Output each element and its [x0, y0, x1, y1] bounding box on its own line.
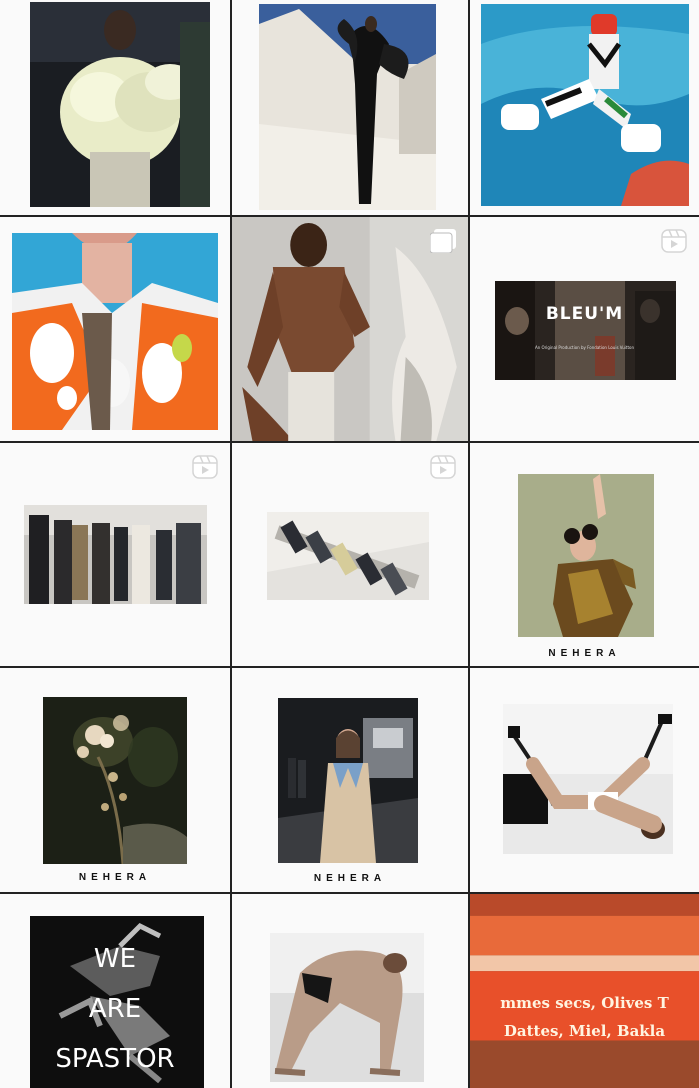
post-image — [30, 2, 210, 207]
post-tile-7[interactable] — [0, 443, 230, 666]
post-tile-13[interactable]: WE ARE SPASTOR — [0, 894, 230, 1088]
brand-caption: NEHERA — [548, 648, 621, 659]
post-tile-14[interactable] — [232, 894, 468, 1088]
post-tile-15[interactable]: mmes secs, Olives T Dattes, Miel, Bakla — [470, 894, 699, 1088]
post-tile-5[interactable] — [232, 217, 468, 441]
post-image — [278, 698, 418, 863]
reel-thumbnail — [267, 512, 429, 600]
post-image — [503, 704, 673, 854]
post-tile-1[interactable] — [0, 0, 230, 215]
post-image — [518, 474, 654, 637]
post-tile-10[interactable]: NEHERA — [0, 668, 230, 892]
post-tile-4[interactable] — [0, 217, 230, 441]
post-tile-6[interactable]: BLEU'M An Original Production by Fondati… — [470, 217, 699, 441]
overlay-line-2: ARE — [88, 994, 142, 1024]
post-tile-2[interactable] — [232, 0, 468, 215]
post-tile-11[interactable]: NEHERA — [232, 668, 468, 892]
sign-line-1: mmes secs, Olives T — [500, 994, 669, 1012]
post-image — [270, 933, 424, 1082]
reel-thumbnail — [495, 281, 676, 380]
sign-line-2: Dattes, Miel, Bakla — [503, 1022, 666, 1040]
profile-post-grid: BLEU'M An Original Production by Fondati… — [0, 0, 699, 1088]
post-image — [481, 4, 689, 206]
reel-thumbnail — [24, 505, 207, 604]
post-tile-8[interactable] — [232, 443, 468, 666]
reels-icon — [430, 455, 456, 479]
reels-icon — [661, 229, 687, 253]
brand-caption: NEHERA — [313, 873, 387, 884]
brand-caption: NEHERA — [78, 872, 152, 883]
post-tile-12[interactable] — [470, 668, 699, 892]
post-tile-9[interactable]: NEHERA — [470, 443, 699, 666]
overlay-line-3: SPASTOR — [55, 1044, 175, 1074]
reels-icon — [192, 455, 218, 479]
post-image — [43, 697, 187, 864]
post-image — [470, 894, 699, 1088]
carousel-icon — [430, 229, 456, 253]
post-image — [259, 4, 436, 210]
reel-title: BLEU'M — [545, 304, 624, 324]
post-image — [12, 233, 218, 430]
overlay-line-1: WE — [93, 944, 137, 974]
reel-subtitle: An Original Production by Fondation Loui… — [534, 345, 635, 350]
post-tile-3[interactable] — [470, 0, 699, 215]
